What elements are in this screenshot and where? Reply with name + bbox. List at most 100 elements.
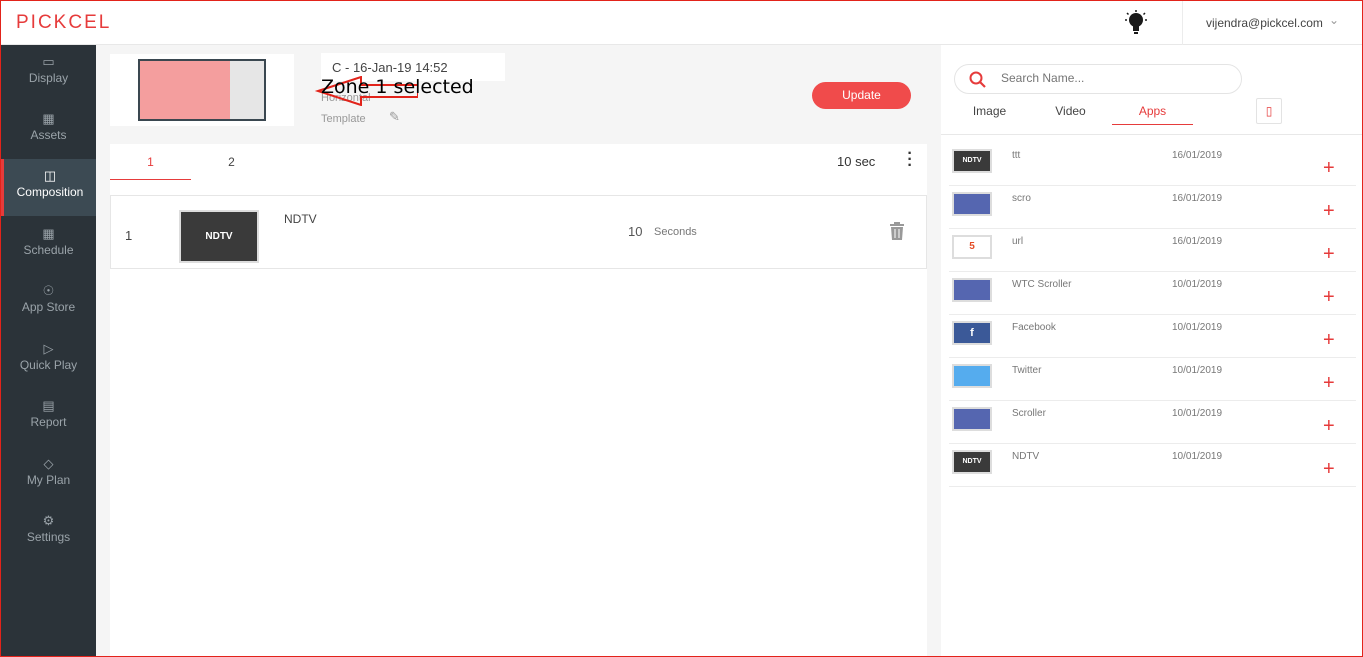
layout-preview[interactable] — [138, 59, 266, 121]
sidebar-item-display[interactable]: ▭ Display — [1, 45, 96, 102]
diamond-icon: ◇ — [43, 456, 54, 471]
trash-icon[interactable] — [889, 222, 905, 240]
sidebar-item-quick-play[interactable]: ▷ Quick Play — [1, 332, 96, 389]
app-name: Twitter — [1012, 365, 1042, 376]
app-name: ttt — [1012, 150, 1021, 161]
item-name: NDTV — [284, 212, 317, 226]
app-window: PICKCEL vijendra@pickcel.com ⌄ ▭ Display… — [0, 0, 1363, 657]
more-vert-icon[interactable]: · · · — [905, 146, 915, 174]
zone-2-preview[interactable] — [230, 61, 264, 119]
bulb-icon[interactable] — [1125, 10, 1147, 36]
app-name: WTC Scroller — [1012, 279, 1072, 290]
play-icon: ▷ — [43, 341, 54, 356]
app-thumbnail: NDTV — [952, 149, 992, 173]
app-date: 16/01/2019 — [1172, 236, 1223, 247]
app-thumbnail — [952, 192, 992, 216]
list-item: f Facebook 10/01/2019 + — [949, 315, 1356, 358]
list-item: scro 16/01/2019 + — [949, 186, 1356, 229]
zone-tabs: 1 2 10 sec · · · — [110, 144, 927, 184]
item-duration-unit: Seconds — [654, 226, 697, 238]
search-icon — [969, 71, 986, 88]
top-bar: PICKCEL vijendra@pickcel.com ⌄ — [1, 1, 1362, 45]
add-icon[interactable]: + — [1323, 158, 1335, 178]
chevron-down-icon[interactable]: ⌄ — [1329, 13, 1339, 27]
list-item: Scroller 10/01/2019 + — [949, 401, 1356, 444]
list-item: NDTV NDTV 10/01/2019 + — [949, 444, 1356, 487]
calendar-icon: ▦ — [42, 226, 55, 241]
app-name: scro — [1012, 193, 1031, 204]
edit-pencil-icon[interactable]: ✎ — [389, 109, 400, 125]
app-name: url — [1012, 236, 1024, 247]
app-date: 10/01/2019 — [1172, 365, 1223, 376]
playlist-row[interactable]: 1 NDTV NDTV 10 Seconds — [110, 195, 927, 269]
app-name: NDTV — [1012, 451, 1040, 462]
image-icon: ▦ — [42, 111, 55, 126]
list-item: WTC Scroller 10/01/2019 + — [949, 272, 1356, 315]
add-icon[interactable]: + — [1323, 287, 1335, 307]
tab-apps[interactable]: Apps — [1112, 104, 1193, 125]
app-name: Scroller — [1012, 408, 1046, 419]
app-date: 10/01/2019 — [1172, 322, 1223, 333]
sidebar-item-label: Composition — [16, 185, 84, 199]
gear-icon: ⚙ — [42, 513, 55, 528]
tab-video[interactable]: Video — [1030, 104, 1111, 118]
tab-zone-1[interactable]: 1 — [110, 144, 191, 180]
library-panel: Image Video Apps ▯ NDTV ttt 16/01/2019 +… — [941, 45, 1362, 656]
logo: PICKCEL — [16, 12, 112, 33]
layout-preview-card — [110, 54, 294, 126]
layout-icon: ◫ — [43, 168, 57, 183]
sidebar-item-label: Display — [28, 71, 69, 85]
sidebar-item-report[interactable]: ▤ Report — [1, 389, 96, 446]
composition-editor: C - 16-Jan-19 14:52 Horizontal Template … — [96, 45, 941, 656]
app-date: 10/01/2019 — [1172, 451, 1223, 462]
template-label: Template — [321, 113, 366, 125]
add-icon[interactable]: + — [1323, 416, 1335, 436]
user-email[interactable]: vijendra@pickcel.com — [1206, 16, 1323, 30]
app-date: 10/01/2019 — [1172, 408, 1223, 419]
panel-divider — [941, 134, 1362, 135]
sidebar-item-app-store[interactable]: ☉ App Store — [1, 274, 96, 331]
tab-zone-2[interactable]: 2 — [191, 144, 272, 180]
app-thumbnail — [952, 278, 992, 302]
add-icon[interactable]: + — [1323, 244, 1335, 264]
list-item: Twitter 10/01/2019 + — [949, 358, 1356, 401]
sidebar-item-label: Report — [30, 415, 67, 429]
twitter-icon — [952, 364, 992, 388]
sidebar-item-label: Assets — [30, 128, 67, 142]
compass-icon: ☉ — [42, 283, 55, 298]
monitor-icon: ▭ — [42, 54, 55, 69]
sidebar-item-schedule[interactable]: ▦ Schedule — [1, 217, 96, 274]
sidebar-item-settings[interactable]: ⚙ Settings — [1, 504, 96, 561]
facebook-icon: f — [952, 321, 992, 345]
app-date: 16/01/2019 — [1172, 193, 1223, 204]
html5-icon: 5 — [952, 235, 992, 259]
device-icon[interactable]: ▯ — [1256, 98, 1282, 124]
app-thumbnail: NDTV — [952, 450, 992, 474]
list-item: NDTV ttt 16/01/2019 + — [949, 143, 1356, 186]
app-name: Facebook — [1012, 322, 1056, 333]
header-divider — [1182, 1, 1183, 45]
item-duration-value[interactable]: 10 — [628, 224, 642, 239]
add-icon[interactable]: + — [1323, 330, 1335, 350]
annotation-label: Zone 1 selected — [321, 76, 474, 98]
sidebar-item-label: Schedule — [23, 243, 74, 257]
search-input[interactable] — [1001, 71, 1231, 85]
list-item: 5 url 16/01/2019 + — [949, 229, 1356, 272]
tab-image[interactable]: Image — [949, 104, 1030, 118]
item-thumbnail: NDTV — [179, 210, 259, 263]
sidebar-item-composition[interactable]: ◫ Composition — [1, 159, 96, 216]
sidebar-item-assets[interactable]: ▦ Assets — [1, 102, 96, 159]
add-icon[interactable]: + — [1323, 373, 1335, 393]
search-box[interactable] — [954, 64, 1242, 94]
zone-duration: 10 sec — [837, 154, 876, 169]
app-thumbnail — [952, 407, 992, 431]
add-icon[interactable]: + — [1323, 201, 1335, 221]
playlist: 1 NDTV NDTV 10 Seconds — [110, 184, 927, 656]
app-date: 16/01/2019 — [1172, 150, 1223, 161]
app-date: 10/01/2019 — [1172, 279, 1223, 290]
update-button[interactable]: Update — [812, 82, 911, 109]
row-index: 1 — [125, 228, 133, 243]
sidebar: ▭ Display ▦ Assets ◫ Composition ▦ Sched… — [1, 45, 96, 656]
sidebar-item-my-plan[interactable]: ◇ My Plan — [1, 447, 96, 504]
add-icon[interactable]: + — [1323, 459, 1335, 479]
